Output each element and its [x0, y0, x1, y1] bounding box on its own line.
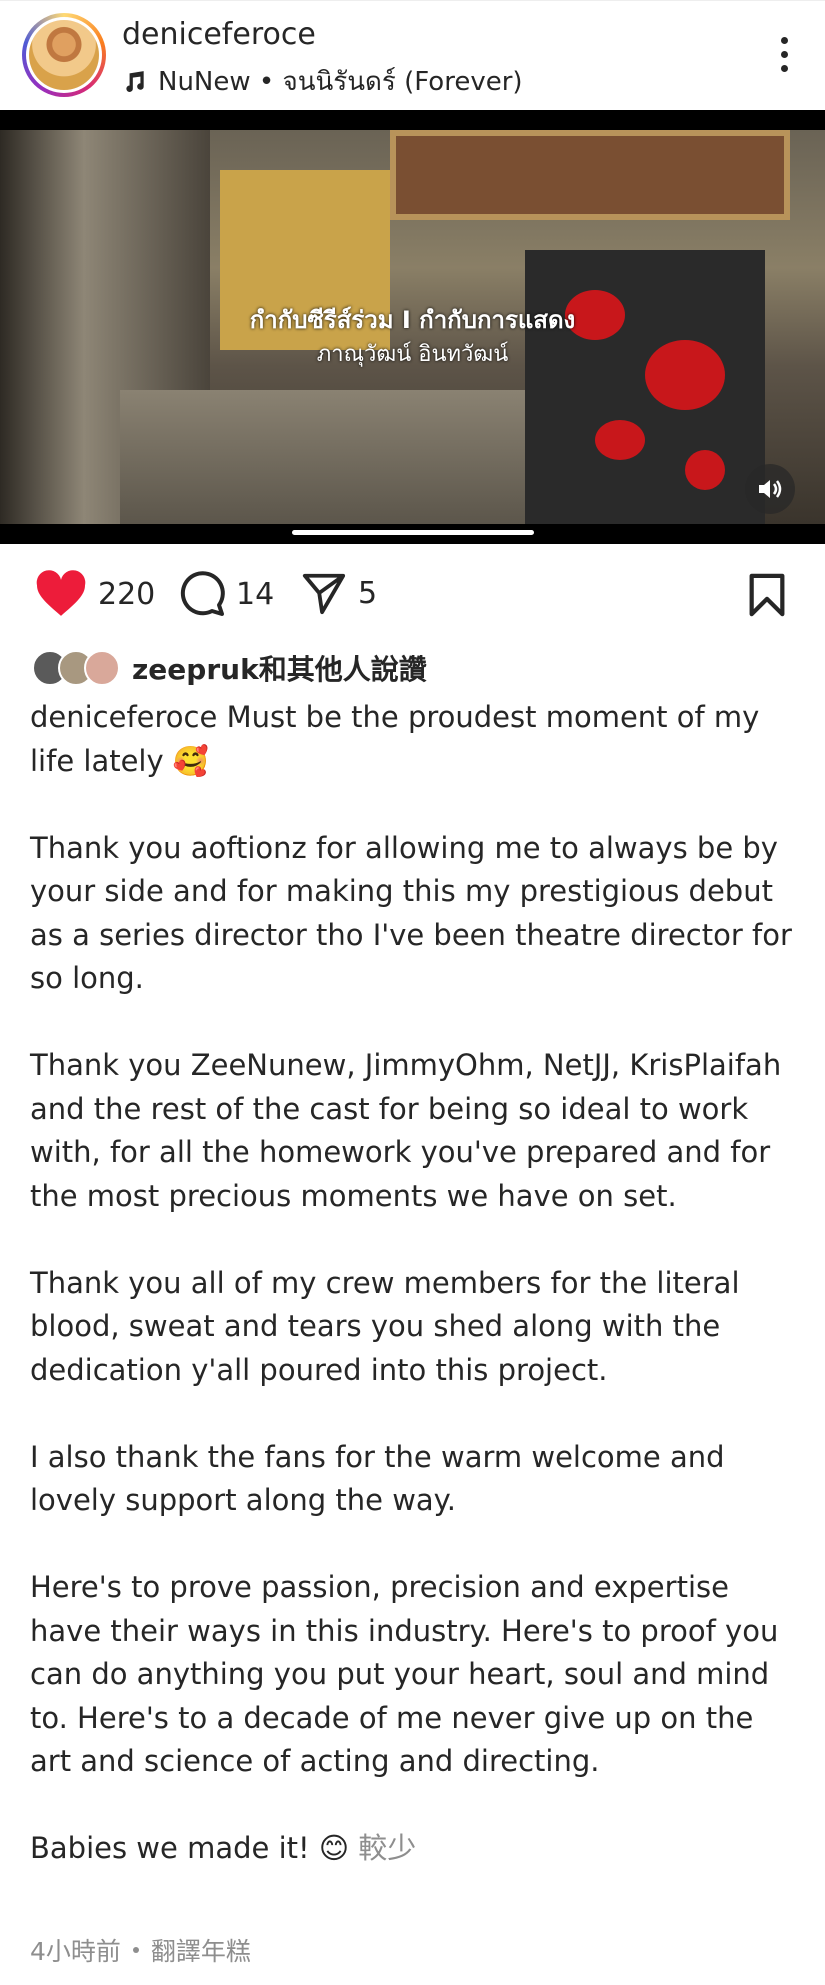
- bookmark-button[interactable]: [747, 572, 787, 622]
- heart-icon: [36, 570, 86, 616]
- post-time: 4小時前: [30, 1937, 121, 1966]
- like-button[interactable]: 220: [34, 570, 155, 618]
- avatar[interactable]: [22, 13, 106, 97]
- comment-count: 14: [236, 576, 275, 612]
- music-label: NuNew • จนนิรันดร์ (Forever): [158, 67, 523, 97]
- comment-icon: [180, 571, 225, 616]
- video-subtitle-name: ภาณุวัฒน์ อินทวัฒน์: [316, 342, 509, 367]
- share-button[interactable]: 5: [300, 570, 377, 616]
- liker-avatar: [84, 650, 120, 686]
- share-count: 5: [358, 575, 378, 611]
- share-icon: [302, 573, 346, 615]
- like-count: 220: [98, 576, 156, 612]
- username[interactable]: deniceferoce: [122, 17, 316, 52]
- translate-link[interactable]: 翻譯年糕: [151, 1932, 251, 1968]
- caption-paragraph: Here's to prove passion, precision and e…: [30, 1570, 779, 1778]
- liked-by-suffix: 和其他人說讚: [258, 653, 427, 686]
- comment-button[interactable]: 14: [178, 570, 274, 618]
- sound-on-icon[interactable]: [745, 464, 795, 514]
- post-footer: 4小時前 翻譯年糕: [30, 1932, 251, 1968]
- music-info[interactable]: NuNew • จนนิรันดร์ (Forever): [122, 61, 523, 102]
- caption-paragraph: Thank you aoftionz for allowing me to al…: [30, 830, 792, 996]
- action-bar: 220 14 5: [0, 560, 825, 630]
- caption-last-line: Babies we made it! 😊 較少: [30, 1827, 800, 1871]
- caption-paragraph: I also thank the fans for the warm welco…: [30, 1439, 725, 1518]
- liked-by-user[interactable]: zeepruk: [132, 653, 259, 686]
- music-note-icon: [126, 70, 144, 92]
- liked-by-text: zeepruk和其他人說讚: [132, 648, 427, 688]
- more-options-icon[interactable]: [779, 37, 789, 75]
- caption-paragraph: Thank you ZeeNunew, JimmyOhm, NetJJ, Kri…: [30, 1048, 782, 1213]
- caption-first-line: deniceferoce Must be the proudest moment…: [30, 696, 800, 783]
- post-header: deniceferoce NuNew • จนนิรันดร์ (Forever…: [0, 0, 825, 110]
- caption-username[interactable]: deniceferoce: [30, 700, 217, 734]
- post-caption: deniceferoce Must be the proudest moment…: [30, 696, 800, 1914]
- video-subtitle: กำกับซีรีส์ร่วม I กำกับการแสดง: [249, 306, 576, 334]
- video-progress-indicator[interactable]: [292, 530, 534, 535]
- video-player[interactable]: กำกับซีรีส์ร่วม I กำกับการแสดง ภาณุวัฒน์…: [0, 110, 825, 544]
- caption-text: Babies we made it! 😊: [30, 1831, 350, 1865]
- video-frame: กำกับซีรีส์ร่วม I กำกับการแสดง ภาณุวัฒน์…: [0, 130, 825, 524]
- less-link[interactable]: 較少: [358, 1831, 416, 1865]
- bookmark-icon: [749, 573, 785, 617]
- separator-dot: [132, 1947, 139, 1953]
- liked-by-row[interactable]: zeepruk和其他人說讚: [32, 648, 427, 688]
- caption-paragraph: Thank you all of my crew members for the…: [30, 1265, 740, 1387]
